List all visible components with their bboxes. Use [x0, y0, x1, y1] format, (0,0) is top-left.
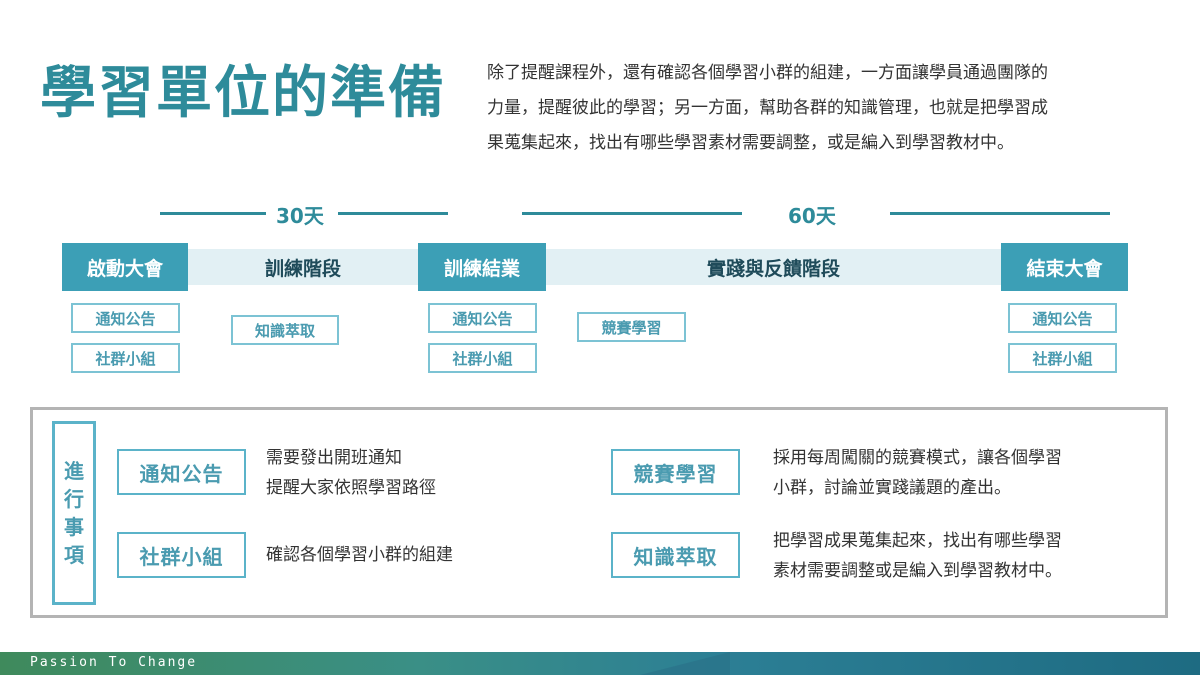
task-key-community: 社群小組 [117, 532, 246, 578]
task-desc-line: 確認各個學習小群的組建 [266, 545, 453, 565]
phase-training: 訓練階段 [264, 257, 341, 280]
footer-accent-shape [640, 652, 730, 675]
task-desc-knowledge: 把學習成果蒐集起來，找出有哪些學習 素材需要調整或是編入到學習教材中。 [773, 526, 1062, 586]
footer-tagline: Passion To Change [30, 655, 198, 670]
tasks-label: 進 行 事 項 [52, 421, 96, 605]
chip-competition: 競賽學習 [577, 312, 686, 342]
duration-line [890, 212, 1110, 215]
intro-line: 力量，提醒彼此的學習；另一方面，幫助各群的知識管理，也就是把學習成 [487, 98, 1048, 118]
task-key-knowledge: 知識萃取 [611, 532, 740, 578]
chip-community: 社群小組 [1008, 343, 1117, 373]
duration-30-label: 30天 [276, 204, 324, 228]
phase-practice: 實踐與反饋階段 [706, 257, 840, 280]
duration-60-label: 60天 [788, 204, 836, 228]
stage-graduation: 訓練結業 [418, 243, 546, 291]
tasks-panel [30, 407, 1168, 618]
chip-community: 社群小組 [428, 343, 537, 373]
task-key-announcement: 通知公告 [117, 449, 246, 495]
task-desc-line: 需要發出開班通知 [266, 448, 402, 468]
tasks-label-char: 進 [64, 459, 84, 483]
duration-line [338, 212, 448, 215]
task-desc-line: 採用每周闖關的競賽模式，讓各個學習 [773, 448, 1062, 468]
tasks-label-char: 事 [64, 515, 84, 539]
task-desc-community: 確認各個學習小群的組建 [266, 540, 453, 570]
chip-announcement: 通知公告 [71, 303, 180, 333]
intro-line: 果蒐集起來，找出有哪些學習素材需要調整，或是編入到學習教材中。 [487, 133, 1014, 153]
task-desc-competition: 採用每周闖關的競賽模式，讓各個學習 小群，討論並實踐議題的產出。 [773, 443, 1062, 503]
page-title: 學習單位的準備 [40, 61, 446, 126]
duration-line [522, 212, 742, 215]
stage-closing: 結束大會 [1001, 243, 1128, 291]
stage-kickoff: 啟動大會 [62, 243, 188, 291]
tasks-label-char: 行 [64, 487, 84, 511]
task-desc-line: 把學習成果蒐集起來，找出有哪些學習 [773, 531, 1062, 551]
task-key-competition: 競賽學習 [611, 449, 740, 495]
chip-knowledge: 知識萃取 [231, 315, 339, 345]
chip-community: 社群小組 [71, 343, 180, 373]
duration-line [160, 212, 266, 215]
task-desc-announcement: 需要發出開班通知 提醒大家依照學習路徑 [266, 443, 436, 503]
chip-announcement: 通知公告 [1008, 303, 1117, 333]
tasks-label-char: 項 [64, 543, 84, 567]
task-desc-line: 素材需要調整或是編入到學習教材中。 [773, 561, 1062, 581]
task-desc-line: 小群，討論並實踐議題的產出。 [773, 478, 1011, 498]
task-desc-line: 提醒大家依照學習路徑 [266, 478, 436, 498]
chip-announcement: 通知公告 [428, 303, 537, 333]
intro-line: 除了提醒課程外，還有確認各個學習小群的組建，一方面讓學員通過團隊的 [487, 63, 1048, 83]
intro-paragraph: 除了提醒課程外，還有確認各個學習小群的組建，一方面讓學員通過團隊的 力量，提醒彼… [487, 56, 1157, 161]
